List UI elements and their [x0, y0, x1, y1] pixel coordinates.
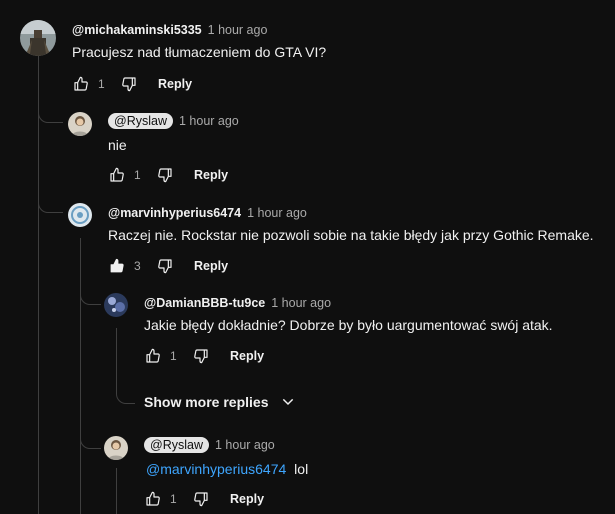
like-count: 1 [170, 492, 177, 506]
like-count: 1 [170, 349, 177, 363]
thumb-up-icon[interactable] [108, 166, 126, 184]
comment-text: Pracujesz nad tłumaczeniem do GTA VI? [72, 44, 327, 60]
chevron-down-icon [280, 394, 296, 410]
comment-text: @marvinhyperius6474 lol [146, 461, 308, 477]
avatar[interactable] [104, 436, 128, 460]
reply-button[interactable]: Reply [194, 259, 228, 273]
thumb-down-icon[interactable] [192, 347, 210, 365]
comment-michakaminski: @michakaminski5335 1 hour ago Pracujesz n… [0, 0, 615, 100]
comment-actions: 3 Reply [108, 256, 228, 276]
reply-button[interactable]: Reply [230, 349, 264, 363]
timestamp[interactable]: 1 hour ago [247, 206, 307, 220]
show-more-replies-button[interactable]: Show more replies [144, 394, 296, 410]
comment-text: Jakie błędy dokładnie? Dobrze by było ua… [144, 317, 553, 333]
reply-button[interactable]: Reply [194, 168, 228, 182]
mention-link[interactable]: @marvinhyperius6474 [146, 461, 286, 477]
reply-ryslaw-2: @Ryslaw 1 hour ago @marvinhyperius6474 lo… [0, 424, 615, 514]
thumb-down-icon[interactable] [156, 257, 174, 275]
author-name[interactable]: @marvinhyperius6474 [108, 206, 241, 220]
comment-meta: @marvinhyperius6474 1 hour ago [108, 206, 307, 220]
timestamp[interactable]: 1 hour ago [179, 114, 239, 128]
author-name[interactable]: @DamianBBB-tu9ce [144, 296, 265, 310]
show-more-replies-label: Show more replies [144, 394, 269, 410]
like-count: 3 [134, 259, 141, 273]
comment-actions: 1 Reply [144, 346, 264, 366]
comment-text: Raczej nie. Rockstar nie pozwoli sobie n… [108, 227, 594, 243]
thumb-down-icon[interactable] [192, 490, 210, 508]
thumb-up-icon[interactable] [72, 75, 90, 93]
comment-actions: 1 Reply [144, 489, 264, 509]
reply-button[interactable]: Reply [230, 492, 264, 506]
reply-ryslaw-1: @Ryslaw 1 hour ago nie 1 Reply [0, 100, 615, 190]
like-count: 1 [98, 77, 105, 91]
reply-damianbbb: @DamianBBB-tu9ce 1 hour ago Jakie błędy d… [0, 280, 615, 380]
timestamp[interactable]: 1 hour ago [271, 296, 331, 310]
avatar[interactable] [104, 293, 128, 317]
comment-actions: 1 Reply [72, 74, 192, 94]
thumb-up-filled-icon[interactable] [108, 257, 126, 275]
reply-button[interactable]: Reply [158, 77, 192, 91]
avatar[interactable] [20, 20, 56, 56]
author-name-chip[interactable]: @Ryslaw [144, 437, 209, 453]
thumb-up-icon[interactable] [144, 347, 162, 365]
comment-text: nie [108, 137, 127, 153]
thumb-up-icon[interactable] [144, 490, 162, 508]
author-name-chip[interactable]: @Ryslaw [108, 113, 173, 129]
thumb-down-icon[interactable] [156, 166, 174, 184]
timestamp[interactable]: 1 hour ago [208, 23, 268, 37]
comment-meta: @Ryslaw 1 hour ago [144, 437, 275, 453]
reply-marvinhyperius: @marvinhyperius6474 1 hour ago Raczej nie… [0, 190, 615, 280]
comment-meta: @michakaminski5335 1 hour ago [72, 23, 267, 37]
avatar[interactable] [68, 112, 92, 136]
avatar[interactable] [68, 203, 92, 227]
comment-meta: @Ryslaw 1 hour ago [108, 113, 239, 129]
comment-actions: 1 Reply [108, 165, 228, 185]
comment-body: lol [294, 461, 309, 477]
timestamp[interactable]: 1 hour ago [215, 438, 275, 452]
like-count: 1 [134, 168, 141, 182]
author-name[interactable]: @michakaminski5335 [72, 23, 202, 37]
thumb-down-icon[interactable] [120, 75, 138, 93]
comment-meta: @DamianBBB-tu9ce 1 hour ago [144, 296, 331, 310]
